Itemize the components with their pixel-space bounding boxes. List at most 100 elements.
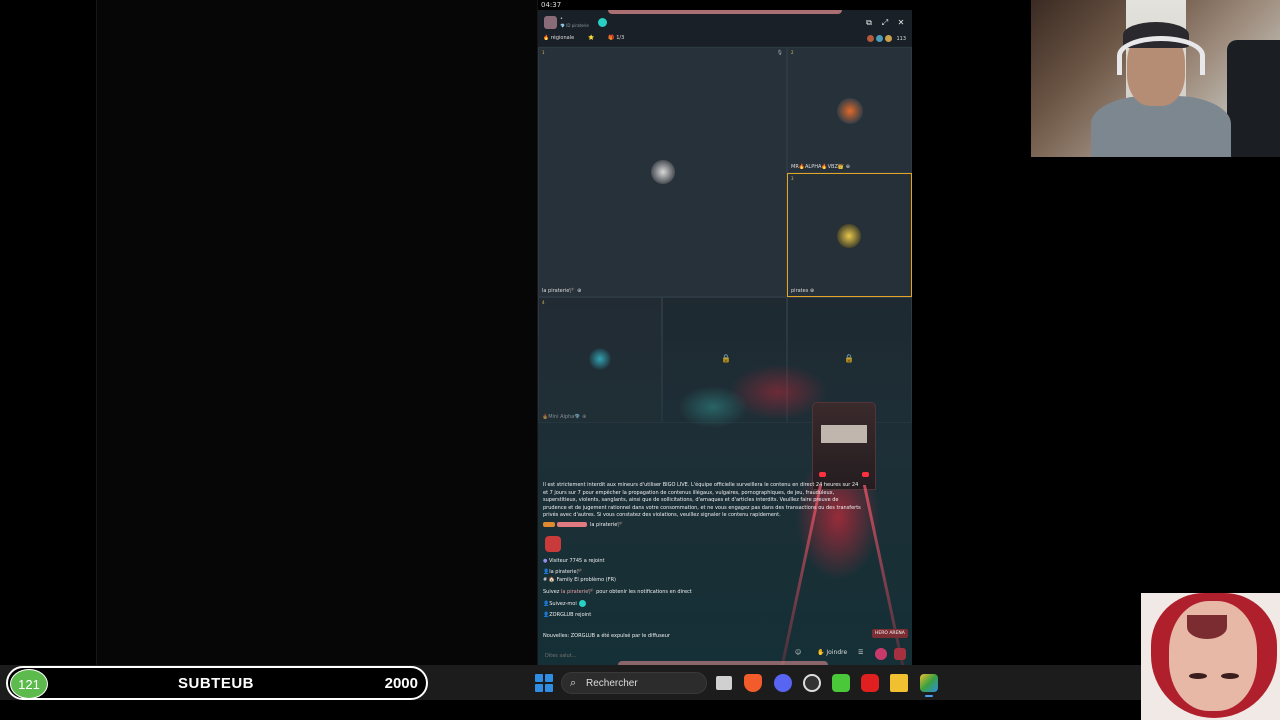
slot-number: 3 bbox=[791, 176, 794, 181]
guest-slot-2[interactable]: 2 MR🔥ALPHA🔥VBZ👑 ⊕ bbox=[787, 47, 912, 173]
viewer-list[interactable]: 113 bbox=[867, 35, 906, 42]
search-icon: ⌕ bbox=[570, 676, 577, 689]
join-message: Visiteur 7745 a rejoint bbox=[548, 558, 605, 564]
hero-arena-banner[interactable]: HERO ARENA bbox=[872, 629, 908, 638]
file-explorer-icon[interactable] bbox=[716, 676, 732, 690]
chat-follow-hint: Suivez la piraterie🏴 pour obtenir les no… bbox=[543, 589, 692, 595]
guest-facecam bbox=[1141, 593, 1280, 720]
brave-icon[interactable] bbox=[744, 674, 762, 692]
goal-current-count: 121 bbox=[10, 669, 48, 699]
chat-name: 👤la piraterie🏴 bbox=[543, 569, 583, 575]
slot-username: MR🔥ALPHA🔥VBZ👑 ⊕ bbox=[791, 164, 850, 170]
desktop: 04:37 • 💎 ID piraterie ⧉ ⤢ ✕ 🔥 régionale… bbox=[0, 0, 1280, 720]
empty-side-panel bbox=[96, 0, 538, 665]
viewer-count: 113 bbox=[896, 35, 906, 42]
shop-icon[interactable] bbox=[894, 648, 906, 660]
chat-follow-me[interactable]: 👤Suivez-moi bbox=[543, 600, 586, 607]
family-badge bbox=[557, 522, 587, 527]
viewer-avatar[interactable] bbox=[885, 35, 893, 42]
guest-avatar[interactable] bbox=[589, 348, 611, 370]
chat-zorg-join: 👤ZORGLUB rejoint bbox=[543, 612, 591, 618]
taskbar-search[interactable]: ⌕ Rechercher bbox=[561, 672, 707, 694]
zorg-join-text: ZORGLUB rejoint bbox=[549, 612, 592, 618]
goal-label: SUBTEUB bbox=[178, 675, 255, 692]
menu-icon[interactable]: ☰ bbox=[858, 649, 863, 656]
tram-light bbox=[819, 472, 826, 477]
chat-kick: Nouvelles: ZORGLUB a été expulsé par le … bbox=[543, 633, 670, 639]
gift-icon bbox=[545, 536, 561, 552]
guest-avatar[interactable] bbox=[837, 224, 861, 248]
guest-slot-3[interactable]: 3 pirates ⊕ bbox=[787, 173, 912, 297]
expand-icon[interactable]: ⤢ bbox=[880, 18, 890, 28]
gift-progress-tag[interactable]: 🎁 1/3 bbox=[608, 35, 624, 41]
facecam-mouth bbox=[1187, 615, 1227, 639]
facecam-eye bbox=[1221, 673, 1239, 679]
youtube-icon[interactable] bbox=[861, 674, 879, 692]
rules-notice: Il est strictement interdit aux mineurs … bbox=[543, 482, 861, 518]
region-tag[interactable]: 🔥 régionale bbox=[543, 35, 574, 41]
live-stream-window: • 💎 ID piraterie ⧉ ⤢ ✕ 🔥 régionale ⭐ 🎁 1… bbox=[538, 10, 912, 665]
layers-icon[interactable] bbox=[920, 674, 938, 692]
slot-number: 2 bbox=[791, 50, 794, 55]
guest-avatar[interactable] bbox=[651, 160, 675, 184]
tram-light bbox=[862, 472, 869, 477]
name-line[interactable]: la piraterie🏴 bbox=[549, 569, 583, 575]
chat-family: # 🏠 Family El problèmo (FR) bbox=[543, 577, 616, 583]
active-app-indicator bbox=[925, 695, 933, 697]
slot-number: 4 bbox=[542, 300, 545, 305]
folder-icon[interactable] bbox=[890, 674, 908, 692]
chat-join: ● Visiteur 7745 a rejoint bbox=[543, 558, 604, 564]
slot-username: la piraterie🏴 ⊕ bbox=[542, 288, 582, 294]
external-link-icon[interactable]: ⧉ bbox=[864, 18, 874, 28]
level-badge bbox=[543, 522, 555, 527]
hand-icon: ✋ bbox=[817, 649, 825, 656]
guest-slot-4[interactable]: 4 🔥Mini Alpha💎 ⊕ bbox=[538, 297, 662, 423]
decorative-arc bbox=[608, 10, 842, 14]
follow-name[interactable]: la piraterie🏴 bbox=[561, 589, 595, 595]
goal-target: 2000 bbox=[384, 675, 418, 692]
follow-suffix: pour obtenir les notifications en direct bbox=[596, 589, 692, 595]
obs-icon[interactable] bbox=[803, 674, 821, 692]
guest-slot-main[interactable]: 1 🎙 la piraterie🏴 ⊕ bbox=[538, 47, 787, 297]
game-icon[interactable] bbox=[832, 674, 850, 692]
star-tag[interactable]: ⭐ bbox=[588, 35, 594, 41]
viewer-avatar[interactable] bbox=[867, 35, 875, 42]
follow-host-button[interactable] bbox=[598, 18, 607, 27]
mic-icon: 🎙 bbox=[776, 50, 783, 56]
follow-me-text: Suivez-moi bbox=[549, 601, 577, 607]
tag-row: 🔥 régionale ⭐ 🎁 1/3 bbox=[543, 35, 624, 41]
facecam-eye bbox=[1189, 673, 1207, 679]
cam-chair bbox=[1227, 40, 1280, 157]
rail-reflection bbox=[862, 485, 905, 665]
join-button[interactable]: ✋ Joindre bbox=[817, 649, 847, 656]
phone-clock: 04:37 bbox=[541, 1, 562, 9]
follow-plus-icon[interactable] bbox=[578, 600, 586, 607]
chat-sender: la piraterie🏴 bbox=[543, 522, 624, 528]
join-label: Joindre bbox=[826, 649, 848, 656]
windows-start-button[interactable] bbox=[535, 674, 553, 692]
slot-username: pirates ⊕ bbox=[791, 288, 815, 294]
host-subtitle: 💎 ID piraterie bbox=[560, 23, 589, 28]
tram-window bbox=[821, 425, 867, 443]
headphones bbox=[1117, 36, 1205, 75]
close-icon[interactable]: ✕ bbox=[896, 18, 906, 27]
host-name: • bbox=[560, 16, 563, 22]
empty-slot[interactable]: 🔒 bbox=[662, 297, 787, 423]
streamer-webcam bbox=[1031, 0, 1280, 157]
follow-prefix: Suivez bbox=[543, 589, 560, 595]
guest-avatar[interactable] bbox=[837, 98, 863, 124]
emoji-icon[interactable]: ☺ bbox=[795, 649, 801, 656]
tram-background bbox=[812, 402, 876, 490]
sub-goal-bar: 121 SUBTEUB 2000 bbox=[6, 666, 428, 700]
sender-name[interactable]: la piraterie🏴 bbox=[590, 522, 624, 528]
slot-username: 🔥Mini Alpha💎 ⊕ bbox=[542, 414, 587, 420]
host-avatar[interactable] bbox=[544, 16, 557, 29]
gift-button-icon[interactable] bbox=[875, 648, 887, 660]
discord-icon[interactable] bbox=[774, 674, 792, 692]
slot-number: 1 bbox=[542, 50, 545, 55]
live-topbar: • 💎 ID piraterie ⧉ ⤢ ✕ 🔥 régionale ⭐ 🎁 1… bbox=[538, 10, 912, 46]
viewer-avatar[interactable] bbox=[876, 35, 884, 42]
lock-icon: 🔒 bbox=[721, 354, 731, 363]
search-label: Rechercher bbox=[586, 678, 638, 689]
lock-icon: 🔒 bbox=[844, 354, 854, 363]
